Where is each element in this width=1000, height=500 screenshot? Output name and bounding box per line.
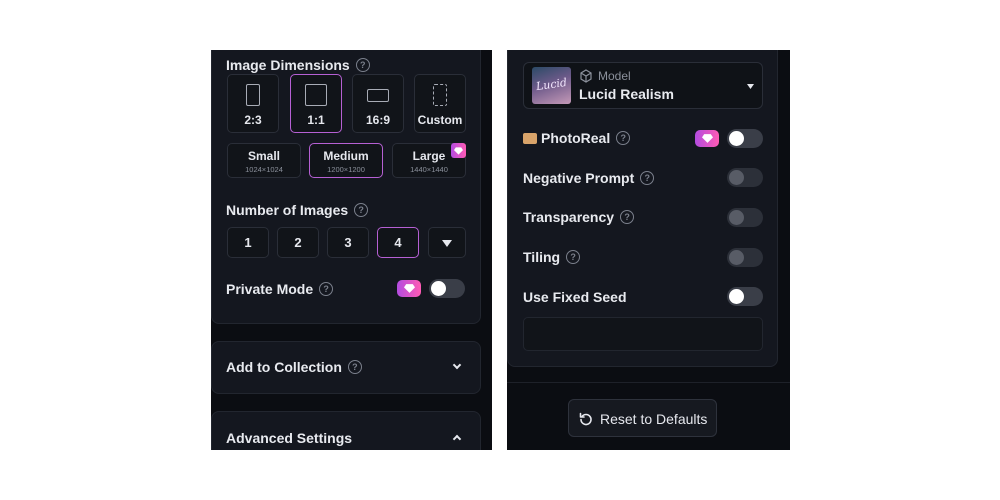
premium-gem-icon [451, 143, 466, 158]
premium-gem-icon [397, 280, 421, 297]
custom-ratio-icon [433, 84, 447, 106]
photoreal-toggle[interactable] [727, 129, 763, 148]
ratio-label: Custom [417, 113, 463, 127]
private-mode-label: Private Mode [226, 281, 314, 297]
advanced-settings-card[interactable]: Advanced Settings [211, 411, 481, 450]
left-settings-panel: Image Dimensions? 2:3 1:1 16:9 Custom Sm… [211, 50, 492, 450]
advanced-settings-header: Advanced Settings [226, 430, 352, 448]
seed-input[interactable] [523, 317, 763, 351]
add-to-collection-label: Add to Collection [226, 359, 342, 375]
portrait-ratio-icon [246, 84, 260, 106]
size-label: Small [247, 149, 280, 163]
advanced-settings-body: Lucid Model Lucid Realism PhotoReal? Neg… [507, 50, 778, 367]
private-mode-toggle[interactable] [429, 279, 465, 298]
image-count-3-button[interactable]: 3 [327, 227, 369, 258]
size-medium-button[interactable]: Medium 1200×1200 [309, 143, 383, 178]
help-icon[interactable]: ? [566, 250, 581, 265]
tiling-toggle[interactable] [727, 248, 763, 267]
reset-label: Reset to Defaults [600, 411, 708, 427]
number-of-images-header: Number of Images? [226, 202, 369, 220]
image-count-1-button[interactable]: 1 [227, 227, 269, 258]
divider [507, 382, 790, 383]
tiling-label: Tiling [523, 249, 561, 265]
tiling-row: Tiling? [523, 249, 581, 265]
model-thumbnail-text: Lucid [535, 75, 568, 94]
image-count-4-button[interactable]: 4 [377, 227, 419, 258]
image-count-2-button[interactable]: 2 [277, 227, 319, 258]
photoreal-row: PhotoReal? [523, 130, 631, 146]
chevron-down-icon [452, 360, 462, 370]
fixed-seed-row: Use Fixed Seed [523, 289, 627, 305]
premium-gem-icon [695, 130, 719, 147]
size-large-button[interactable]: Large 1440×1440 [392, 143, 466, 178]
size-small-button[interactable]: Small 1024×1024 [227, 143, 301, 178]
camera-icon [523, 132, 537, 144]
cube-icon [580, 69, 592, 83]
ratio-1-1-button[interactable]: 1:1 [290, 74, 342, 133]
size-resolution: 1024×1024 [245, 165, 283, 174]
caret-down-icon [442, 240, 452, 247]
caret-down-icon [747, 84, 754, 89]
chevron-up-icon [452, 434, 462, 444]
advanced-settings-panel: Lucid Model Lucid Realism PhotoReal? Neg… [507, 50, 790, 450]
size-resolution: 1440×1440 [410, 165, 448, 174]
help-icon[interactable]: ? [616, 131, 631, 146]
ratio-2-3-button[interactable]: 2:3 [227, 74, 279, 133]
photoreal-label: PhotoReal [541, 130, 611, 146]
help-icon[interactable]: ? [620, 210, 635, 225]
help-icon[interactable]: ? [640, 171, 655, 186]
ratio-label: 16:9 [365, 113, 391, 127]
transparency-label: Transparency [523, 209, 615, 225]
model-caption: Model [598, 69, 631, 83]
help-icon[interactable]: ? [347, 359, 362, 374]
help-icon[interactable]: ? [319, 281, 334, 296]
fixed-seed-toggle[interactable] [727, 287, 763, 306]
ratio-label: 1:1 [307, 113, 325, 127]
negative-prompt-row: Negative Prompt? [523, 170, 655, 186]
ratio-16-9-button[interactable]: 16:9 [352, 74, 404, 133]
advanced-settings-label: Advanced Settings [226, 430, 353, 446]
model-name: Lucid Realism [579, 86, 674, 102]
fixed-seed-label: Use Fixed Seed [523, 289, 627, 305]
generation-settings-card: Image Dimensions? 2:3 1:1 16:9 Custom Sm… [211, 50, 481, 324]
ratio-label: 2:3 [244, 113, 262, 127]
negative-prompt-toggle[interactable] [727, 168, 763, 187]
add-to-collection-header: Add to Collection? [226, 359, 362, 377]
landscape-ratio-icon [367, 89, 389, 102]
size-label: Medium [323, 149, 369, 163]
number-of-images-title: Number of Images [226, 202, 349, 218]
image-dimensions-header: Image Dimensions? [226, 57, 370, 75]
help-icon[interactable]: ? [355, 57, 370, 72]
reset-icon [579, 412, 592, 426]
model-selector[interactable]: Lucid Model Lucid Realism [523, 62, 763, 109]
ratio-custom-button[interactable]: Custom [414, 74, 466, 133]
transparency-toggle[interactable] [727, 208, 763, 227]
add-to-collection-card[interactable]: Add to Collection? [211, 341, 481, 394]
private-mode-row: Private Mode? [226, 281, 334, 299]
image-count-more-button[interactable] [428, 227, 466, 258]
help-icon[interactable]: ? [354, 202, 369, 217]
size-resolution: 1200×1200 [327, 165, 365, 174]
model-thumbnail: Lucid [532, 67, 571, 104]
reset-to-defaults-button[interactable]: Reset to Defaults [568, 399, 717, 437]
negative-prompt-label: Negative Prompt [523, 170, 635, 186]
image-dimensions-title: Image Dimensions [226, 57, 350, 73]
transparency-row: Transparency? [523, 209, 635, 225]
square-ratio-icon [305, 84, 327, 106]
